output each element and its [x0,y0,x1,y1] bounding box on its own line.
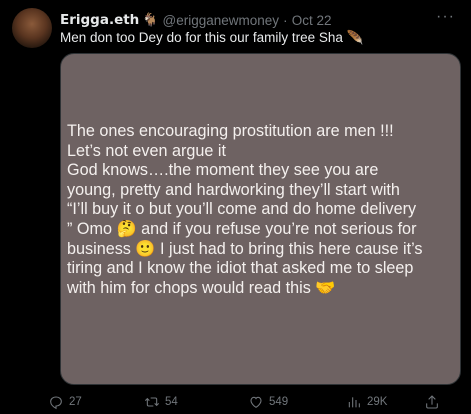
author-avatar[interactable] [12,8,52,48]
share-icon [426,395,438,409]
image-text-block: The ones encouraging prostitution are me… [67,122,427,298]
views-button[interactable]: 29K [346,394,387,410]
tweet-image[interactable]: The ones encouraging prostitution are me… [60,53,461,385]
more-options-icon[interactable]: ··· [436,8,455,26]
analytics-icon [348,397,360,408]
action-bar: 27 54 549 29K [48,392,468,412]
image-text-line: The ones encouraging prostitution are me… [67,122,394,140]
repost-icon [144,397,160,407]
tweet-text: Men don too Dey do for this our family t… [60,30,364,45]
like-button[interactable]: 549 [248,394,288,410]
tweet-header: Erigga.eth 🐐 @erigganewmoney · Oct 22 ··… [60,8,459,30]
image-text-line: ” Omo 🤔 and if you refuse you’re not ser… [67,219,417,238]
image-text-line: Let’s not even argue it [67,141,226,160]
reply-button[interactable]: 27 [48,394,82,410]
image-text-line: “I’ll buy it o but you’ll come and do ho… [67,200,417,219]
repost-count: 54 [165,396,178,408]
reply-icon [50,396,62,410]
image-text-line: business 🙂 I just had to bring this here… [67,239,423,258]
image-text-line: God knows….the moment they see you are [67,161,379,180]
author-handle[interactable]: @erigganewmoney [162,13,279,28]
goat-emoji: 🐐 [142,12,159,27]
view-count: 29K [367,396,388,408]
repost-button[interactable]: 54 [144,394,178,410]
author-name[interactable]: Erigga.eth [60,12,139,28]
separator-dot: · [283,12,288,28]
like-count: 549 [269,396,289,408]
share-button[interactable] [424,394,440,410]
image-text-line: with him for chops would read this 🤝 [67,278,336,297]
heart-icon [250,396,262,408]
image-text-line: young, pretty and hardworking they’ll st… [67,180,400,199]
reply-count: 27 [69,396,82,408]
image-text-line: tiring and I know the idiot that asked m… [67,259,414,278]
tweet-date[interactable]: Oct 22 [292,13,332,28]
